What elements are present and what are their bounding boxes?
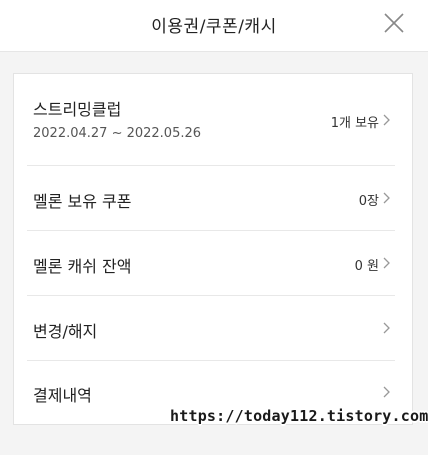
close-button[interactable]: [380, 9, 408, 37]
item-value: 0장: [358, 194, 379, 209]
item-label: 스트리밍클럽: [33, 100, 122, 119]
item-label: 변경/해지: [33, 322, 98, 341]
item-value: 0 원: [354, 259, 379, 274]
item-label: 멜론 보유 쿠폰: [33, 192, 132, 211]
item-period: 2022.04.27 ~ 2022.05.26: [33, 126, 202, 141]
chevron-right-icon: [383, 257, 390, 269]
page-title: 이용권/쿠폰/캐시: [151, 17, 277, 37]
menu-panel: 스트리밍클럽 2022.04.27 ~ 2022.05.26 1개 보유 멜론 …: [13, 73, 413, 425]
list-item-cash-balance[interactable]: 멜론 캐쉬 잔액 0 원: [27, 231, 395, 296]
watermark-text: https://today112.tistory.com: [170, 407, 428, 425]
list-item-coupons[interactable]: 멜론 보유 쿠폰 0장: [27, 166, 395, 231]
item-value: 1개 보유: [330, 116, 379, 131]
item-label: 멜론 캐쉬 잔액: [33, 257, 132, 276]
header: 이용권/쿠폰/캐시: [0, 0, 428, 52]
item-label: 결제내역: [33, 386, 92, 405]
chevron-right-icon: [383, 114, 390, 126]
chevron-right-icon: [383, 192, 390, 204]
chevron-right-icon: [383, 386, 390, 398]
list-item-streaming-club[interactable]: 스트리밍클럽 2022.04.27 ~ 2022.05.26 1개 보유: [27, 74, 395, 166]
list-item-change-cancel[interactable]: 변경/해지: [27, 296, 395, 361]
close-icon: [384, 13, 404, 33]
chevron-right-icon: [383, 322, 390, 334]
